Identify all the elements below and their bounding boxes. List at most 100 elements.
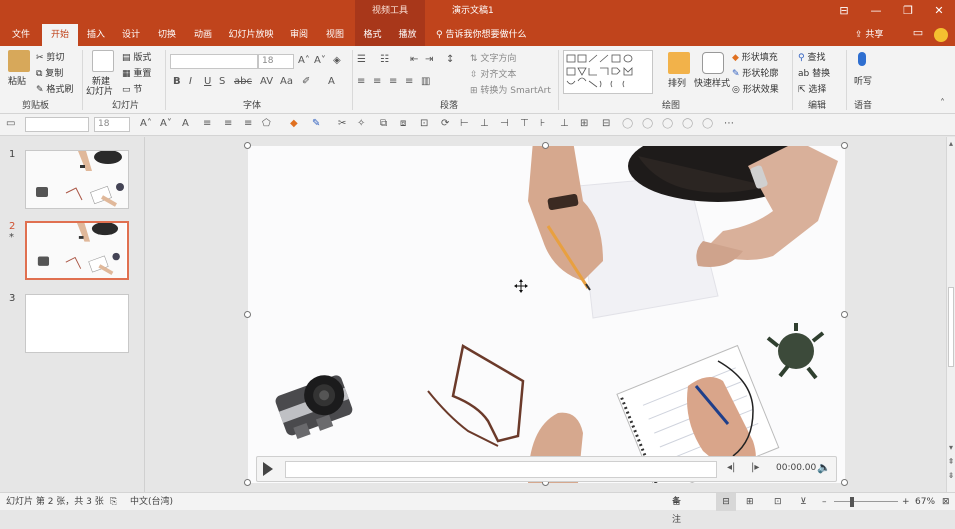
scroll-thumb[interactable]: [948, 287, 954, 367]
eraser-icon[interactable]: ✧: [357, 118, 365, 129]
slide-sorter-icon[interactable]: ⊞: [746, 493, 754, 511]
smartart-button[interactable]: ⊞ 转换为 SmartArt: [470, 83, 551, 96]
copy-button[interactable]: ⧉ 复制: [36, 66, 63, 79]
feedback-smiley-icon[interactable]: [934, 28, 948, 42]
tab-design[interactable]: 设计: [115, 24, 147, 46]
group-icon[interactable]: ⧈: [400, 118, 406, 129]
text-direction-button[interactable]: ⇅ 文字方向: [470, 51, 516, 64]
resize-handle-sw[interactable]: [244, 479, 251, 486]
video-frame[interactable]: [248, 146, 845, 483]
resize-handle-ne[interactable]: [841, 142, 848, 149]
shape-effects-button[interactable]: ◎ 形状效果: [732, 82, 779, 95]
toolbar-overflow-icon[interactable]: ⋯: [724, 118, 734, 129]
shadow-icon[interactable]: S: [219, 76, 225, 87]
skip-back-icon[interactable]: ◂|: [727, 462, 735, 473]
shapes-gallery[interactable]: [563, 50, 653, 94]
bring-forward-icon[interactable]: ⊡: [420, 118, 428, 129]
fragment-icon[interactable]: ◯: [702, 118, 713, 129]
align-bottom-icon[interactable]: ⊥: [560, 118, 569, 129]
align-left-icon[interactable]: ≡: [357, 76, 365, 87]
align-objects-right-icon[interactable]: ⊣: [500, 118, 509, 129]
paste-icon[interactable]: [8, 50, 30, 72]
tab-review[interactable]: 审阅: [283, 24, 315, 46]
align-right-icon[interactable]: ≡: [244, 118, 252, 129]
align-center-icon[interactable]: ≡: [373, 76, 381, 87]
align-objects-center-icon[interactable]: ⊥: [480, 118, 489, 129]
shape-picker-icon[interactable]: ⬠: [262, 118, 271, 129]
resize-handle-n[interactable]: [542, 142, 549, 149]
char-spacing-icon[interactable]: AV: [260, 76, 273, 87]
slide-thumbnail-1[interactable]: [25, 150, 129, 209]
reading-view-icon[interactable]: ⊡: [774, 493, 782, 511]
font-color-icon[interactable]: A: [328, 76, 335, 87]
next-slide-icon[interactable]: ⇟: [947, 471, 955, 480]
maximize-button[interactable]: ❐: [892, 0, 924, 24]
justify-icon[interactable]: ≡: [405, 76, 413, 87]
distribute-vertical-icon[interactable]: ⊟: [602, 118, 610, 129]
tab-slideshow[interactable]: 幻灯片放映: [225, 24, 277, 46]
scroll-up-icon[interactable]: ▴: [947, 139, 955, 148]
shape-outline-button[interactable]: ✎ 形状轮廓: [732, 66, 778, 79]
clear-format-icon[interactable]: A: [182, 118, 189, 129]
toolbar-font-size-input[interactable]: 18: [94, 117, 130, 132]
italic-icon[interactable]: I: [189, 76, 192, 87]
resize-handle-se[interactable]: [841, 479, 848, 486]
textbox-icon[interactable]: ▭: [6, 118, 15, 129]
union-icon[interactable]: ◯: [642, 118, 653, 129]
intersect-icon[interactable]: ◯: [662, 118, 673, 129]
tab-animations[interactable]: 动画: [187, 24, 219, 46]
rotate-icon[interactable]: ⟳: [441, 118, 449, 129]
columns-icon[interactable]: ▥: [421, 76, 430, 87]
toolbar-font-name-input[interactable]: [25, 117, 89, 132]
skip-forward-icon[interactable]: |▸: [751, 462, 759, 473]
increase-font-icon[interactable]: A˄: [298, 55, 310, 66]
change-case-icon[interactable]: Aa: [280, 76, 293, 87]
underline-icon[interactable]: U: [204, 76, 211, 87]
quick-styles-button[interactable]: 快速样式: [694, 76, 730, 89]
tell-me-search[interactable]: ⚲ 告诉我你想要做什么: [436, 24, 526, 46]
scroll-down-icon[interactable]: ▾: [947, 443, 955, 452]
align-center-icon[interactable]: ≡: [224, 118, 232, 129]
comments-icon[interactable]: ▭: [908, 26, 928, 44]
cut-button[interactable]: ✂ 剪切: [36, 50, 64, 63]
slide-thumbnail-2[interactable]: [25, 221, 129, 280]
arrange-icon[interactable]: [668, 52, 690, 74]
tab-format[interactable]: 格式: [355, 24, 390, 46]
bullets-icon[interactable]: ☰: [357, 54, 366, 65]
tab-transitions[interactable]: 切换: [151, 24, 183, 46]
font-size-input[interactable]: 18: [258, 54, 294, 69]
slideshow-icon[interactable]: ⊻: [800, 493, 807, 511]
resize-handle-w[interactable]: [244, 311, 251, 318]
distribute-icon[interactable]: ⊞: [580, 118, 588, 129]
increase-font-icon[interactable]: A˄: [140, 118, 152, 129]
find-button[interactable]: ⚲ 查找: [798, 50, 825, 63]
paste-button[interactable]: 粘贴: [8, 74, 26, 87]
subtract-icon[interactable]: ◯: [682, 118, 693, 129]
layout-button[interactable]: ▤ 版式: [122, 50, 151, 63]
clear-format-icon[interactable]: ◈: [333, 55, 341, 66]
quick-styles-icon[interactable]: [702, 52, 724, 74]
numbering-icon[interactable]: ☷: [380, 54, 389, 65]
fit-to-window-icon[interactable]: ⊠: [942, 493, 950, 511]
vertical-scrollbar[interactable]: ▴ ▾ ⇞ ⇟: [946, 137, 955, 492]
highlight-icon[interactable]: ✐: [302, 76, 310, 87]
zoom-level[interactable]: 67%: [915, 493, 935, 511]
strikethrough-icon[interactable]: abc: [234, 76, 252, 87]
dictate-button[interactable]: 听写: [854, 74, 872, 87]
line-spacing-icon[interactable]: ↕: [446, 54, 454, 65]
spell-check-icon[interactable]: ⎘: [110, 493, 117, 511]
ribbon-display-button[interactable]: ⊟: [828, 0, 860, 24]
merge-shapes-icon[interactable]: ◯: [622, 118, 633, 129]
close-button[interactable]: ✕: [923, 0, 955, 24]
arrange-button[interactable]: 排列: [668, 76, 686, 89]
collapse-ribbon-icon[interactable]: ˄: [940, 98, 945, 109]
decrease-font-icon[interactable]: A˅: [314, 55, 326, 66]
resize-handle-nw[interactable]: [244, 142, 251, 149]
share-button[interactable]: ⇪ 共享: [855, 24, 883, 46]
zoom-out-icon[interactable]: –: [822, 493, 827, 511]
previous-slide-icon[interactable]: ⇞: [947, 457, 955, 466]
bold-icon[interactable]: B: [173, 76, 181, 87]
align-left-icon[interactable]: ≡: [203, 118, 211, 129]
zoom-slider-thumb[interactable]: [850, 497, 854, 507]
media-progress-bar[interactable]: [285, 461, 717, 478]
